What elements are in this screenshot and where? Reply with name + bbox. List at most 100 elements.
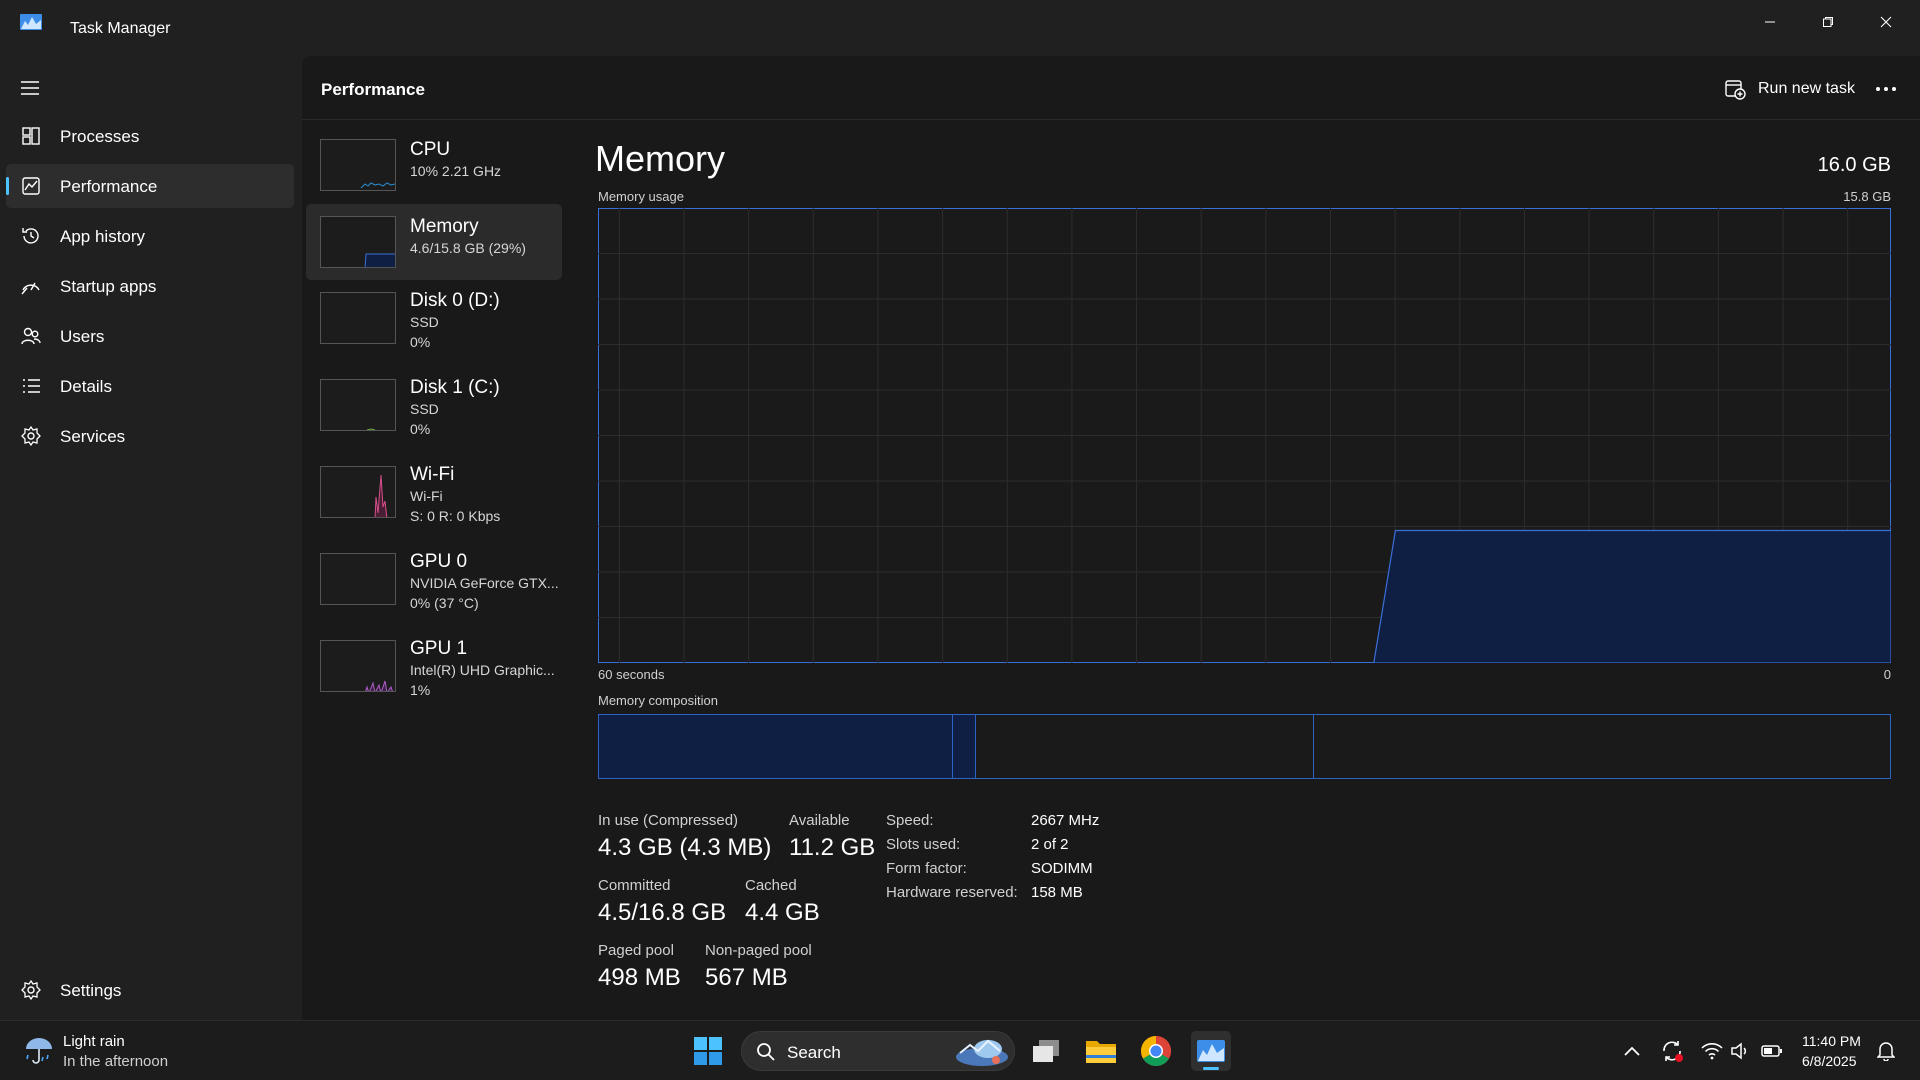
device-detail: NVIDIA GeForce GTX... <box>410 575 559 591</box>
speaker-icon <box>1731 1042 1747 1060</box>
clock-time[interactable]: 11:40 PM <box>1802 1033 1861 1049</box>
composition-segment-standby <box>975 715 1315 778</box>
run-new-task-button[interactable]: Run new task <box>1714 72 1865 106</box>
hamburger-icon <box>21 81 39 95</box>
nav-item-app-history[interactable]: App history <box>6 214 294 258</box>
performance-icon <box>22 177 40 195</box>
gear-icon <box>21 979 41 1001</box>
chevron-up-icon <box>1624 1046 1640 1056</box>
nav-item-label: Users <box>60 327 105 346</box>
device-detail: SSD <box>410 401 439 417</box>
active-indicator <box>6 177 9 195</box>
close-button[interactable] <box>1858 4 1914 40</box>
memory-thumbnail-graph <box>320 216 396 268</box>
device-name: Disk 0 (D:) <box>410 290 500 311</box>
nav-item-label: Details <box>60 377 112 396</box>
nav-item-label: Performance <box>60 177 158 196</box>
paged-pool-label: Paged pool <box>598 942 674 959</box>
nav-item-settings[interactable]: Settings <box>6 968 294 1012</box>
sync-icon <box>1663 1041 1683 1062</box>
task-manager-taskbar-button[interactable] <box>1191 1031 1231 1071</box>
cached-label: Cached <box>745 877 797 894</box>
clock-date[interactable]: 6/8/2025 <box>1802 1053 1857 1069</box>
weather-forecast[interactable]: In the afternoon <box>63 1053 168 1070</box>
device-name: GPU 1 <box>410 638 468 659</box>
restore-button[interactable] <box>1800 4 1856 40</box>
memory-usage-graph <box>598 208 1891 663</box>
network-button[interactable] <box>1700 1039 1724 1063</box>
device-gpu-0[interactable]: GPU 0 NVIDIA GeForce GTX... 0% (37 °C) <box>306 539 562 615</box>
device-detail: 0% <box>410 334 431 350</box>
minimize-button[interactable] <box>1742 4 1798 40</box>
show-hidden-icons-button[interactable] <box>1620 1039 1644 1063</box>
wifi-thumbnail-graph <box>320 466 396 518</box>
disk-1-thumbnail-graph <box>320 379 396 431</box>
start-button[interactable] <box>688 1031 728 1071</box>
non-paged-pool-value: 567 MB <box>705 964 788 991</box>
chrome-button[interactable] <box>1136 1031 1176 1071</box>
notifications-button[interactable] <box>1874 1039 1898 1063</box>
nav-item-services[interactable]: Services <box>6 414 294 458</box>
window-title: Task Manager <box>70 20 171 37</box>
device-name: Disk 1 (C:) <box>410 377 500 398</box>
memory-composition-label: Memory composition <box>598 693 718 708</box>
nav-item-performance[interactable]: Performance <box>6 164 294 208</box>
memory-usage-label: Memory usage <box>598 189 684 204</box>
device-disk-1[interactable]: Disk 1 (C:) SSD 0% <box>306 365 562 441</box>
taskbar: Light rain In the afternoon Search 11:40… <box>0 1020 1920 1080</box>
search-label: Search <box>787 1043 841 1062</box>
device-name: Memory <box>410 216 479 237</box>
nav-item-label: Services <box>60 427 126 446</box>
committed-label: Committed <box>598 877 671 894</box>
weather-condition[interactable]: Light rain <box>63 1033 125 1050</box>
nav-item-details[interactable]: Details <box>6 364 294 408</box>
device-disk-0[interactable]: Disk 0 (D:) SSD 0% <box>306 278 562 354</box>
composition-segment-free <box>1314 715 1890 778</box>
battery-button[interactable] <box>1760 1039 1784 1063</box>
available-value: 11.2 GB <box>789 834 876 861</box>
device-detail: Intel(R) UHD Graphic... <box>410 662 555 678</box>
task-view-icon <box>1033 1040 1059 1062</box>
run-new-task-label: Run new task <box>1758 80 1855 97</box>
memory-usage-max: 15.8 GB <box>1843 189 1891 204</box>
run-task-icon <box>1725 80 1746 100</box>
cpu-thumbnail-graph <box>320 139 396 191</box>
composition-segment-in-use <box>599 715 953 778</box>
in-use-label: In use (Compressed) <box>598 812 739 829</box>
device-detail: 1% <box>410 682 431 698</box>
task-manager-icon <box>1197 1040 1225 1062</box>
device-detail: 4.6/15.8 GB (29%) <box>410 240 526 256</box>
more-options-button[interactable] <box>1868 72 1904 106</box>
device-cpu[interactable]: CPU 10% 2.21 GHz <box>306 127 562 203</box>
nav-item-processes[interactable]: Processes <box>6 114 294 158</box>
device-wifi[interactable]: Wi-Fi Wi-Fi S: 0 R: 0 Kbps <box>306 452 562 528</box>
form-factor-label: Form factor: <box>886 860 967 877</box>
hardware-reserved-label: Hardware reserved: <box>886 884 1018 901</box>
umbrella-rain-icon[interactable] <box>22 1033 56 1067</box>
disk-0-thumbnail-graph <box>320 292 396 344</box>
wifi-icon <box>1701 1043 1723 1060</box>
volume-button[interactable] <box>1728 1039 1752 1063</box>
nav-item-startup-apps[interactable]: Startup apps <box>6 264 294 308</box>
sync-status-button[interactable] <box>1660 1039 1684 1063</box>
file-explorer-button[interactable] <box>1081 1031 1121 1071</box>
device-detail: SSD <box>410 314 439 330</box>
cached-value: 4.4 GB <box>745 899 820 926</box>
close-icon <box>1880 16 1892 28</box>
paged-pool-value: 498 MB <box>598 964 681 991</box>
main-pane: Performance Run new task CPU 10% 2.21 GH… <box>302 56 1920 1020</box>
in-use-value: 4.3 GB (4.3 MB) <box>598 834 772 861</box>
battery-icon <box>1761 1045 1782 1057</box>
chrome-icon <box>1140 1036 1172 1067</box>
nav-item-users[interactable]: Users <box>6 314 294 358</box>
committed-value: 4.5/16.8 GB <box>598 899 727 926</box>
gpu-1-thumbnail-graph <box>320 640 396 692</box>
settings-label: Settings <box>60 981 122 1000</box>
taskbar-search-box[interactable]: Search <box>741 1031 1015 1071</box>
graph-time-end-label: 0 <box>1883 667 1891 682</box>
folder-icon <box>1086 1041 1116 1063</box>
device-gpu-1[interactable]: GPU 1 Intel(R) UHD Graphic... 1% <box>306 626 562 702</box>
task-view-button[interactable] <box>1026 1031 1066 1071</box>
menu-toggle-button[interactable] <box>14 72 46 104</box>
device-memory[interactable]: Memory 4.6/15.8 GB (29%) <box>306 204 562 280</box>
